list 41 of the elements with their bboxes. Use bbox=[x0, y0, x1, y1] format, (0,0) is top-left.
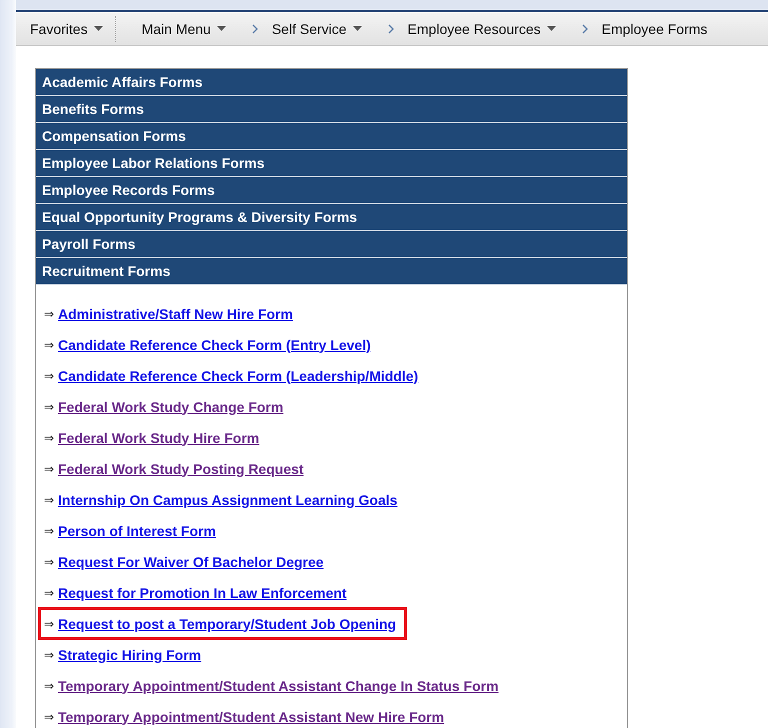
form-link[interactable]: Request to post a Temporary/Student Job Opening bbox=[58, 616, 396, 632]
section-header[interactable]: Compensation Forms bbox=[36, 123, 627, 150]
breadcrumb-link[interactable]: Main Menu bbox=[132, 20, 236, 36]
arrow-bullet: ⇒ bbox=[44, 524, 54, 538]
arrow-bullet: ⇒ bbox=[44, 616, 54, 630]
breadcrumb-link[interactable]: Employee Forms bbox=[592, 20, 718, 36]
form-link[interactable]: Federal Work Study Posting Request bbox=[58, 460, 304, 476]
breadcrumb-link[interactable]: Favorites bbox=[16, 20, 115, 36]
form-link[interactable]: Candidate Reference Check Form (Leadership/Middle) bbox=[58, 368, 418, 384]
arrow-bullet: ⇒ bbox=[44, 648, 54, 662]
form-link[interactable]: Temporary Appointment/Student Assistant Change In Status Form bbox=[58, 678, 499, 694]
form-link[interactable]: Request For Waiver Of Bachelor Degree bbox=[58, 554, 324, 570]
arrow-bullet: ⇒ bbox=[44, 492, 54, 506]
arrow-bullet: ⇒ bbox=[44, 430, 54, 444]
arrow-bullet: ⇒ bbox=[44, 462, 54, 476]
form-link[interactable]: Candidate Reference Check Form (Entry Level) bbox=[58, 336, 371, 352]
arrow-bullet: ⇒ bbox=[44, 710, 54, 724]
arrow-bullet: ⇒ bbox=[44, 678, 54, 692]
breadcrumb-link[interactable]: Self Service bbox=[262, 20, 372, 36]
arrow-bullet: ⇒ bbox=[44, 368, 54, 382]
breadcrumb-link[interactable]: Employee Resources bbox=[398, 20, 566, 36]
section-header[interactable]: Employee Labor Relations Forms bbox=[36, 150, 627, 177]
form-link[interactable]: Temporary Appointment/Student Assistant New Hire Form bbox=[58, 708, 444, 724]
form-link[interactable]: Federal Work Study Hire Form bbox=[58, 430, 260, 446]
section-header[interactable]: Payroll Forms bbox=[36, 231, 627, 258]
form-link[interactable]: Person of Interest Form bbox=[58, 522, 216, 538]
arrow-bullet: ⇒ bbox=[44, 554, 54, 568]
form-link[interactable]: Administrative/Staff New Hire Form bbox=[58, 306, 293, 322]
section-header[interactable]: Academic Affairs Forms bbox=[36, 69, 627, 96]
section-header[interactable]: Benefits Forms bbox=[36, 96, 627, 123]
form-link[interactable]: Federal Work Study Change Form bbox=[58, 398, 284, 414]
arrow-bullet: ⇒ bbox=[44, 306, 54, 320]
arrow-bullet: ⇒ bbox=[44, 338, 54, 352]
arrow-bullet: ⇒ bbox=[44, 400, 54, 414]
section-header[interactable]: Recruitment Forms bbox=[36, 258, 627, 285]
section-header[interactable]: Employee Records Forms bbox=[36, 177, 627, 204]
form-link[interactable]: Strategic Hiring Form bbox=[58, 646, 202, 662]
form-link[interactable]: Request for Promotion In Law Enforcement bbox=[58, 584, 347, 600]
form-link[interactable]: Internship On Campus Assignment Learning Goals bbox=[58, 492, 398, 508]
section-header[interactable]: Equal Opportunity Programs & Diversity Forms bbox=[36, 204, 627, 231]
arrow-bullet: ⇒ bbox=[44, 586, 54, 600]
